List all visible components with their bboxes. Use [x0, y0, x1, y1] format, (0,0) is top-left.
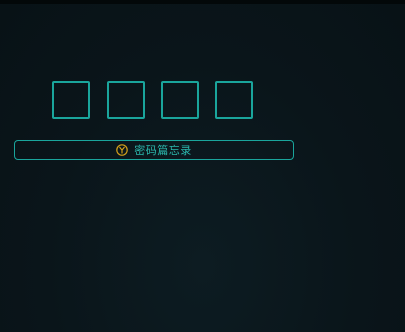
- pin-box-2[interactable]: [107, 81, 145, 119]
- password-hint-label: 密码篇忘录: [134, 143, 192, 157]
- top-edge: [0, 0, 405, 4]
- password-hint-button[interactable]: 密码篇忘录: [14, 140, 294, 160]
- pin-screen: 密码篇忘录: [0, 0, 405, 332]
- pin-box-4[interactable]: [215, 81, 253, 119]
- pin-box-1[interactable]: [52, 81, 90, 119]
- pin-box-3[interactable]: [161, 81, 199, 119]
- y-circle-icon: [116, 144, 129, 156]
